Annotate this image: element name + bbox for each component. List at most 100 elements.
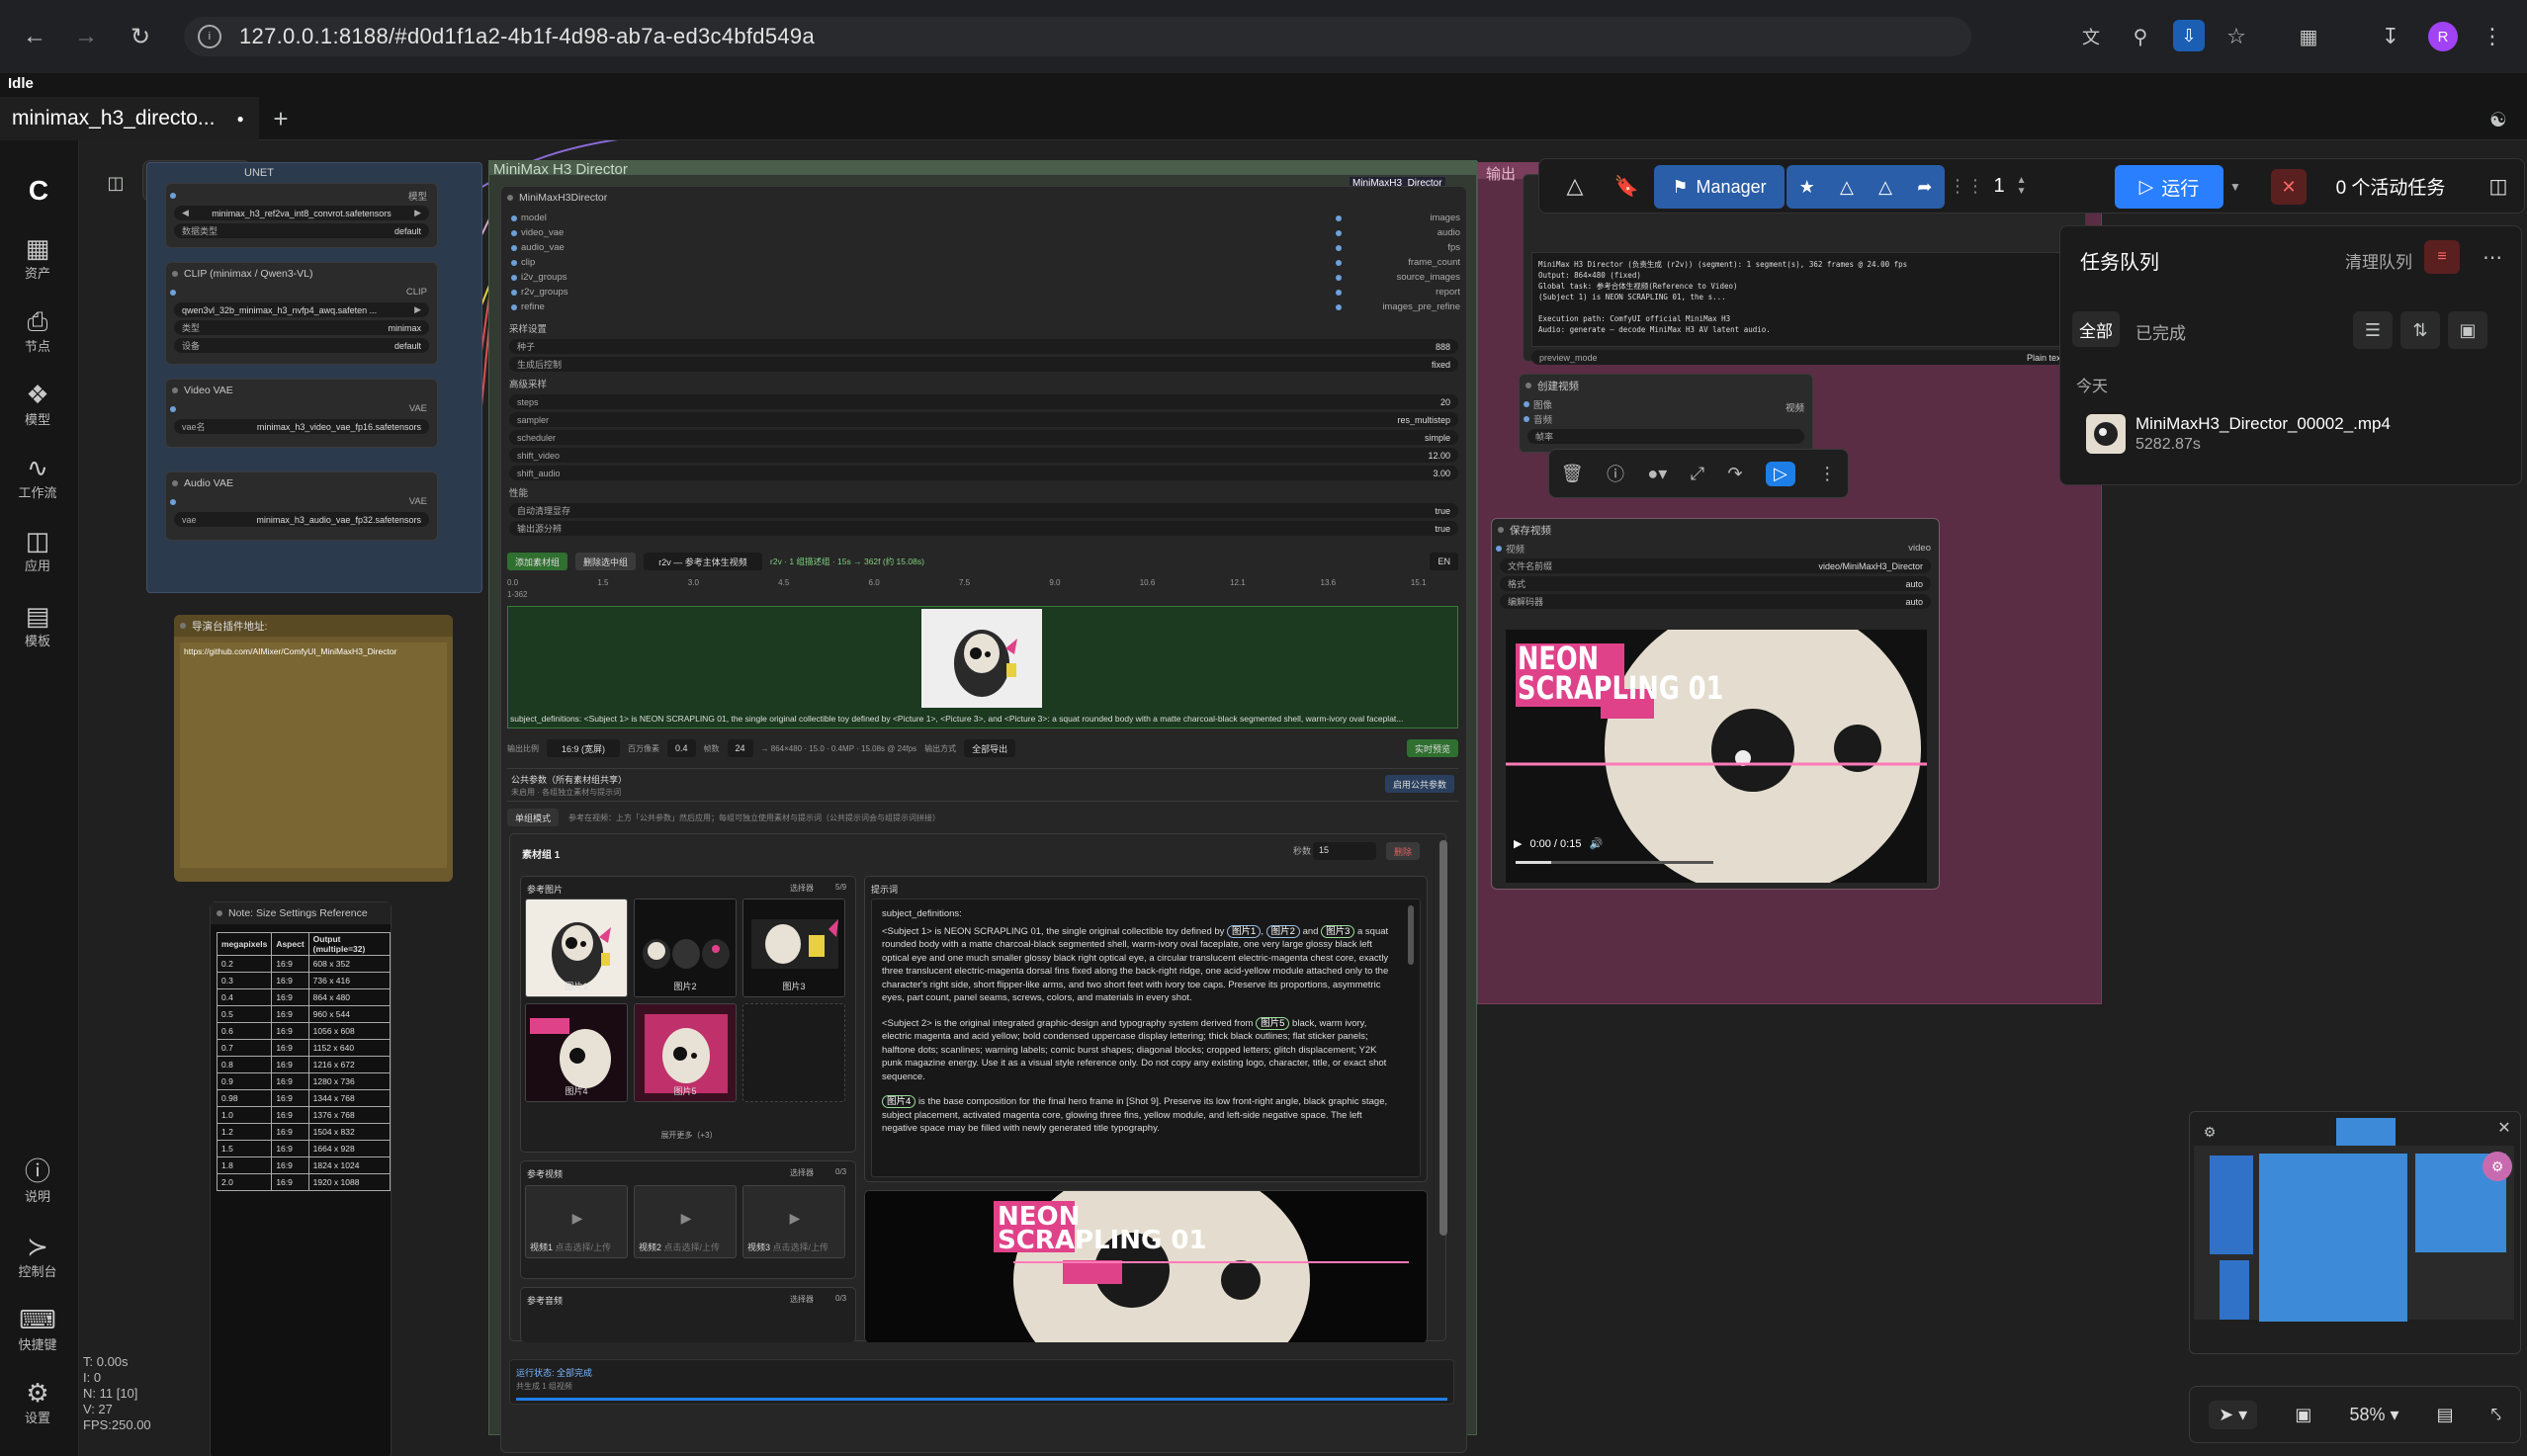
clip-loader-node[interactable]: CLIP (minimax / Qwen3-VL) CLIP qwen3vl_3… [165,262,438,365]
output-slot[interactable]: VAE [166,494,437,509]
delete-card-button[interactable]: 删除 [1386,842,1421,860]
image-tag[interactable]: 图片2 [1265,924,1300,938]
ref-image-5[interactable]: 图片5 [634,1003,737,1102]
fit-view-icon[interactable]: ▣ [2295,1405,2311,1425]
star-icon[interactable]: ☆ [2222,22,2251,51]
filename-prefix-widget[interactable]: 文件名前缀 video/MiniMaxH3_Director [1500,558,1931,573]
gallery-icon[interactable]: ▣ [2448,311,2487,349]
assistant-icon[interactable]: ⚙ [2483,1152,2512,1181]
video-player[interactable]: NEON SCRAPLING 01 ▶ 0:00 / 0:15 🔊 [1506,630,1927,883]
input-slot[interactable]: refine [507,300,626,314]
sidebar-item-console[interactable]: ≻ 控制台 [0,1232,75,1280]
steps-widget[interactable]: steps 20 [509,394,1458,409]
menu-icon[interactable]: ⋮ [2478,22,2507,51]
translate-icon[interactable]: 文 [2076,22,2106,51]
director-node[interactable]: MiniMaxH3Director model video_vae audio_… [500,186,1467,1453]
output-slot[interactable]: images [1332,211,1460,225]
zoom-control[interactable]: 58% ▾ [2349,1405,2398,1425]
input-slot[interactable]: 图像 [1520,396,1812,411]
plugin-url-note[interactable]: 导演台插件地址: https://github.com/AIMixer/Comf… [174,615,453,882]
delete-group-button[interactable]: 删除选中组 [575,553,637,570]
run-button[interactable]: ▷ 运行 [2115,165,2223,209]
collapse-icon[interactable]: ⤢ [1691,464,1704,484]
output-slot[interactable]: VAE [166,401,437,416]
active-tasks-button[interactable]: 0 个活动任务 [2316,159,2465,213]
tab-completed[interactable]: 已完成 [2135,319,2186,344]
vae-name-widget[interactable]: vae minimax_h3_audio_vae_fp32.safetensors [174,512,429,527]
show-more-button[interactable]: 展开更多（+3） [521,1130,857,1141]
audio-vae-node[interactable]: Audio VAE VAE vae minimax_h3_audio_vae_fp… [165,471,438,541]
control-after-widget[interactable]: 生成后控制 fixed [509,357,1458,372]
preview-mode-widget[interactable]: preview_mode Plain text [1531,350,2071,365]
close-icon[interactable]: ✕ [2494,1118,2514,1138]
drag-handle-icon[interactable]: ⋮⋮ [1949,159,1984,213]
install-app-icon[interactable]: ⇩ [2173,20,2205,51]
sidebar-item-workflows[interactable]: ∿ 工作流 [0,453,75,501]
ref-image-2[interactable]: 图片2 [634,899,737,997]
megapixel-input[interactable]: 0.4 [667,739,696,757]
select-tool-icon[interactable]: ➤ ▾ [2209,1400,2258,1429]
ratio-select[interactable]: 16:9 (宽屏) [547,739,620,757]
sidebar-item-models[interactable]: ❖ 模型 [0,380,75,428]
image-tag[interactable]: 图片5 [1256,1016,1290,1030]
language-button[interactable]: EN [1430,553,1458,570]
filter-icon[interactable]: ☰ [2353,311,2393,349]
more-icon[interactable]: ⋯ [2476,240,2509,274]
shift-audio-widget[interactable]: shift_audio 3.00 [509,466,1458,480]
model-icon[interactable]: △ [1840,177,1854,198]
shift-video-widget[interactable]: shift_video 12.00 [509,448,1458,463]
image-tag[interactable]: 图片4 [882,1095,916,1108]
color-icon[interactable]: ●▾ [1647,464,1667,484]
single-group-tab[interactable]: 单组模式 [507,809,560,826]
output-slot[interactable]: source_images [1332,270,1460,285]
codec-widget[interactable]: 编解码器 auto [1500,594,1931,609]
mode-select[interactable]: r2v — 参考主体生视频 [644,553,763,570]
video-vae-node[interactable]: Video VAE VAE vae名 minimax_h3_video_vae_f… [165,379,438,448]
input-slot[interactable]: clip [507,255,626,270]
output-source-toggle[interactable]: 输出源分辨 true [509,521,1458,536]
seconds-input[interactable]: 15 [1313,842,1376,860]
input-slot[interactable]: model [507,211,626,225]
sidebar-item-shortcuts[interactable]: ⌨ 快捷键 [0,1305,75,1353]
image-tag[interactable]: 图片3 [1321,924,1355,938]
input-slot[interactable]: i2v_groups [507,270,626,285]
minimap-settings-icon[interactable]: ⚙ [2200,1122,2220,1142]
sidebar-item-settings[interactable]: ⚙ 设置 [0,1378,75,1426]
input-slot[interactable]: audio_vae [507,240,626,255]
select-button[interactable]: 选择器 [790,883,814,894]
toggle-panel-icon[interactable]: ◫ [2477,159,2520,213]
ref-image-4[interactable]: 图片4 [525,1003,628,1102]
reload-icon[interactable]: ↻ [124,20,157,53]
ref-video-1[interactable]: ▶ 视频1 点击选择/上传 [525,1185,628,1258]
unet-loader-node[interactable]: 模型 ◀ minimax_h3_ref2va_int8_convrot.safet… [165,183,438,248]
star-icon[interactable]: ★ [1799,177,1815,198]
card-scrollbar[interactable] [1439,834,1447,1342]
format-widget[interactable]: 格式 auto [1500,576,1931,591]
avatar[interactable]: R [2428,22,2458,51]
back-icon[interactable]: ← [18,20,51,53]
address-bar[interactable]: i 127.0.0.1:8188/#d0d1f1a2-4b1f-4d98-ab7… [184,17,1971,56]
task-item[interactable]: MiniMaxH3_Director_00002_.mp4 5282.87s [2072,410,2507,460]
image-tag[interactable]: 图片1 [1227,924,1262,938]
batch-count-input[interactable]: 1 ▲ ▼ [1984,159,2036,213]
note-text[interactable]: https://github.com/AIMixer/ComfyUI_MiniM… [180,642,447,868]
sidebar-item-assets[interactable]: ▦ 资产 [0,233,75,282]
sidebar-item-help[interactable]: ⓘ 说明 [0,1156,75,1205]
sidebar-item-nodes[interactable]: ⎙ 节点 [0,306,75,355]
minimap[interactable]: ⚙ ✕ ⚙ [2189,1111,2521,1354]
share-icon[interactable]: ➦ [1917,177,1932,198]
input-slot[interactable]: 音频 [1520,411,1812,426]
bookmark-icon[interactable]: 🔖 [1605,159,1648,213]
loader-group[interactable]: UNET 模型 ◀ minimax_h3_ref2va_int8_convrot.… [146,162,482,593]
ref-image-3[interactable]: 图片3 [742,899,845,997]
output-slot[interactable]: audio [1332,225,1460,240]
save-video-node[interactable]: 保存视频 视频 video 文件名前缀 video/MiniMaxH3_Direc… [1491,518,1940,890]
more-icon[interactable]: ⋮ [1818,464,1836,484]
volume-icon[interactable]: 🔊 [1589,837,1603,850]
select-button[interactable]: 选择器 [790,1294,814,1305]
download-icon[interactable]: ↧ [2376,22,2405,51]
scrollbar[interactable] [1408,905,1414,965]
sampler-widget[interactable]: sampler res_multistep [509,412,1458,427]
prompt-textarea[interactable]: subject_definitions: <Subject 1> is NEON… [871,899,1421,1177]
ref-video-3[interactable]: ▶ 视频3 点击选择/上传 [742,1185,845,1258]
